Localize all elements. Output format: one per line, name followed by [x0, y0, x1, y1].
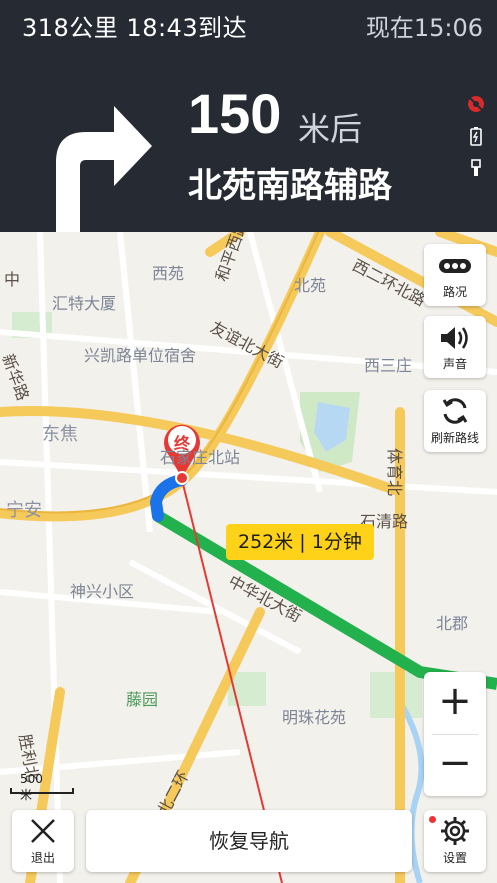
current-time: 现在15:06 — [365, 14, 483, 42]
traffic-icon — [439, 259, 471, 273]
scale-bar — [10, 788, 74, 794]
destination-marker-label: 终 — [174, 434, 191, 453]
map-label: 西苑 — [152, 264, 185, 283]
turn-right-icon — [56, 106, 152, 240]
zoom-out-button[interactable]: − — [424, 734, 486, 796]
map-label: 兴凯路单位宿舍 — [84, 346, 197, 365]
settings-button[interactable]: 设置 — [424, 810, 486, 872]
traffic-button[interactable]: 路况 — [424, 244, 486, 306]
notification-dot — [429, 816, 436, 823]
next-street: 北苑南路辅路 — [188, 166, 392, 206]
route-segment-badge: 252米 | 1分钟 — [226, 524, 374, 560]
exit-label: 退出 — [30, 851, 55, 865]
device-status-icons — [466, 94, 486, 190]
map-label: 汇特大厦 — [52, 294, 117, 313]
settings-label: 设置 — [442, 851, 467, 865]
speaker-icon — [441, 327, 468, 349]
zoom-in-button[interactable]: + — [424, 672, 486, 734]
map-label: 北苑 — [294, 276, 327, 295]
turn-distance: 150 — [188, 82, 282, 145]
traffic-label: 路况 — [442, 285, 467, 299]
close-icon — [31, 819, 55, 843]
guidance-panel: 150 米后 北苑南路辅路 — [0, 48, 497, 240]
map-label: 石家庄北站 — [160, 448, 241, 467]
map-view[interactable]: 西苑 北苑 汇特大厦 兴凯路单位宿舍 西三庄 东焦 石家庄北站 宁安 石清路 神… — [0, 232, 497, 883]
map-label: 中 — [4, 270, 21, 289]
zoom-controls: + − — [424, 672, 486, 796]
map-label: 东焦 — [42, 424, 78, 445]
refresh-icon — [442, 398, 468, 424]
map-label: 明珠花苑 — [282, 708, 347, 727]
map-label: 北郡 — [436, 614, 469, 633]
turn-distance-unit: 米后 — [298, 110, 363, 148]
battery-icon — [466, 126, 486, 146]
exit-button[interactable]: 退出 — [12, 810, 74, 872]
usb-icon — [466, 158, 486, 178]
map-label: 藤园 — [126, 690, 159, 709]
gear-icon — [441, 817, 469, 845]
map-label: 西三庄 — [364, 356, 413, 375]
sound-button[interactable]: 声音 — [424, 316, 486, 378]
map-label: 宁安 — [6, 500, 42, 521]
status-bar: 318公里 18:43到达 现在15:06 — [0, 0, 497, 48]
refresh-route-button[interactable]: 刷新路线 — [424, 390, 486, 452]
gps-signal-icon — [466, 94, 486, 114]
resume-navigation-button[interactable]: 恢复导航 — [86, 810, 412, 872]
sound-label: 声音 — [442, 357, 467, 371]
map-label: 体育北 — [385, 448, 404, 497]
map-label: 神兴小区 — [70, 582, 135, 601]
refresh-route-label: 刷新路线 — [430, 431, 479, 445]
trip-summary: 318公里 18:43到达 — [22, 14, 248, 42]
